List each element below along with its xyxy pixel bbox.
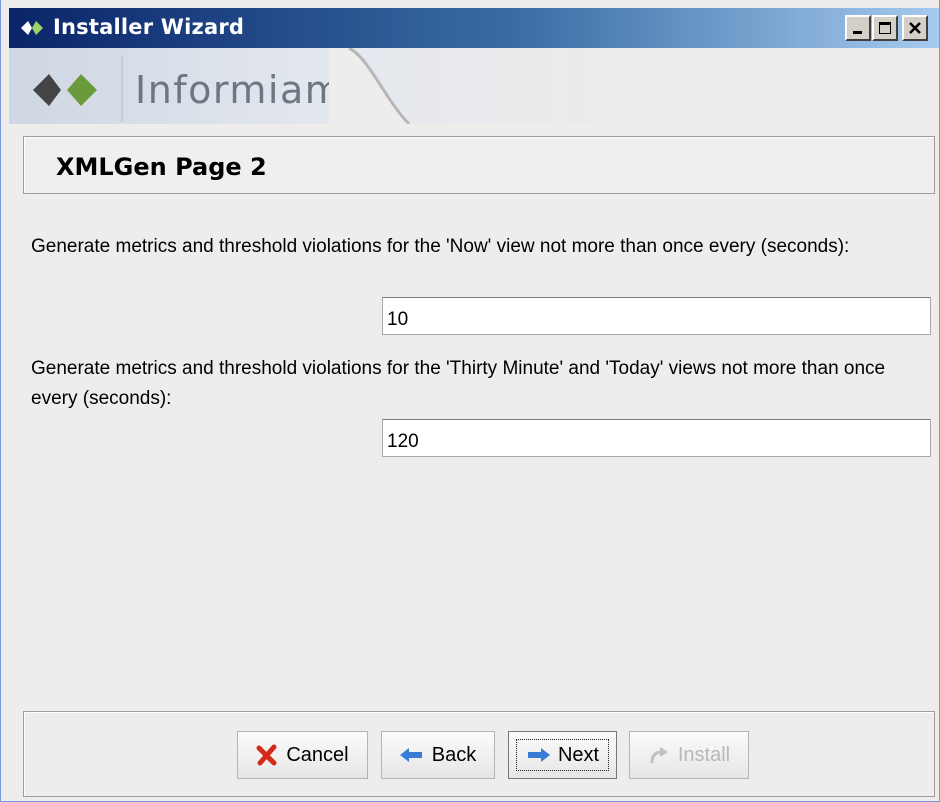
cancel-button[interactable]: Cancel bbox=[237, 731, 368, 779]
logo-divider bbox=[121, 56, 123, 122]
logo-text: Informiam bbox=[135, 68, 344, 112]
maximize-button[interactable] bbox=[872, 15, 898, 41]
minimize-button[interactable] bbox=[845, 15, 871, 41]
informiam-logo-icon bbox=[33, 74, 97, 106]
thirty-minute-today-label: Generate metrics and threshold violation… bbox=[31, 358, 886, 409]
window-title: Installer Wizard bbox=[53, 15, 245, 39]
installer-window: Installer Wizard Informiam XMLGen Page 2… bbox=[0, 0, 940, 802]
page-header: XMLGen Page 2 bbox=[23, 136, 935, 194]
minimize-icon bbox=[853, 31, 862, 34]
brand-banner: Informiam bbox=[9, 48, 939, 124]
thirty-minute-interval-input[interactable] bbox=[382, 419, 931, 457]
maximize-icon bbox=[879, 22, 891, 34]
curved-arrow-icon bbox=[650, 747, 668, 764]
install-button[interactable]: Install bbox=[629, 731, 749, 779]
left-arrow-icon bbox=[399, 748, 422, 762]
next-button[interactable]: Next bbox=[508, 731, 617, 779]
close-button[interactable] bbox=[902, 15, 928, 41]
banner-swoosh bbox=[329, 48, 411, 124]
now-view-label: Generate metrics and threshold violation… bbox=[31, 236, 850, 257]
focus-ring bbox=[516, 739, 609, 771]
red-x-icon bbox=[256, 744, 277, 766]
back-label: Back bbox=[431, 743, 477, 766]
cancel-label: Cancel bbox=[286, 743, 349, 766]
now-interval-input[interactable] bbox=[382, 297, 931, 335]
back-button[interactable]: Back bbox=[381, 731, 495, 779]
title-bar[interactable]: Installer Wizard bbox=[9, 8, 939, 48]
page-title: XMLGen Page 2 bbox=[56, 153, 267, 181]
diamond-logo-icon bbox=[21, 21, 43, 35]
install-label: Install bbox=[677, 743, 731, 766]
close-icon bbox=[909, 22, 921, 34]
